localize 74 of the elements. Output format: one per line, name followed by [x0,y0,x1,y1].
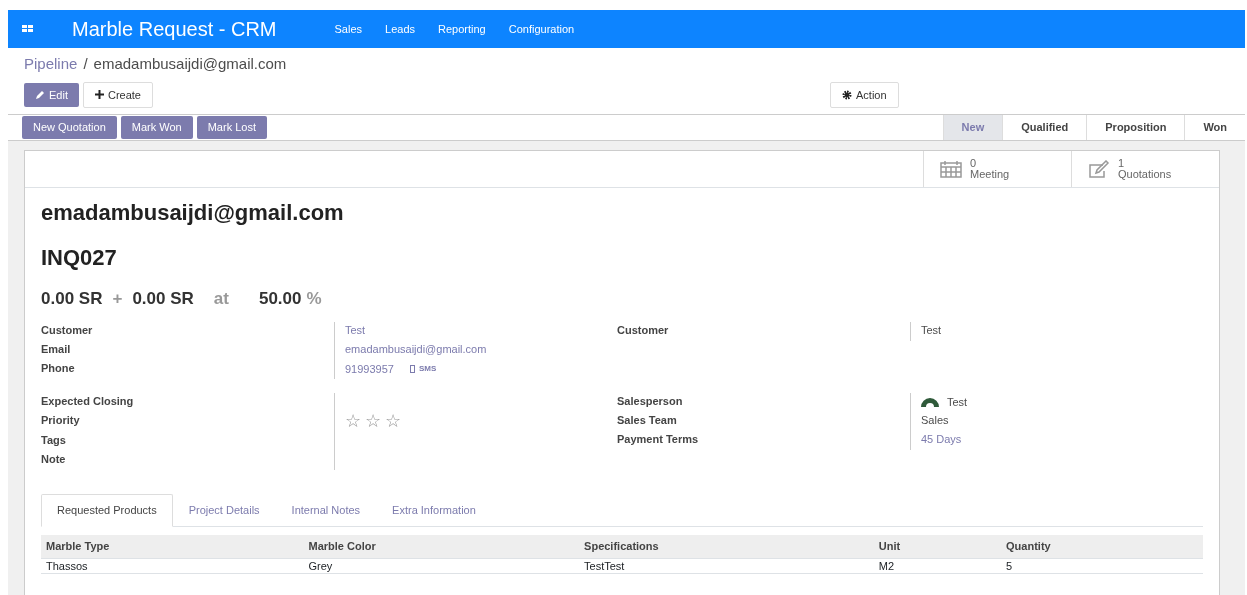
record-title: emadambusaijdi@gmail.com [41,199,345,227]
field-value: Sales [921,412,950,428]
prorated-revenue: 0.00 SR [132,288,194,310]
column-header: Marble Color [303,535,580,558]
field-label: Note [41,451,67,467]
field-label: Phone [41,360,76,376]
menu-link[interactable]: Reporting [438,20,486,38]
notebook-tab[interactable]: Requested Products [41,493,173,527]
stat-label: Quotations [1118,169,1172,180]
star-icon[interactable]: ☆ [365,411,381,431]
stat-count: 0 [970,158,978,169]
stat-label: Meeting [970,169,1010,180]
notebook-tab[interactable]: Project Details [172,493,276,526]
app-title: Marble Request - CRM [72,17,277,42]
percent-sign: % [306,288,322,310]
notebook-tab[interactable]: Extra Information [376,493,492,526]
probability-value: 50.00 [258,288,302,310]
stat-count: 1 [1118,158,1126,169]
menu-link[interactable]: Configuration [508,20,575,38]
header-button[interactable]: Mark Lost [196,116,267,139]
breadcrumb-current: emadambusaijdi@gmail.com [93,55,287,72]
table-cell: Thassos [41,558,304,574]
at-label: at [213,288,229,310]
apps-menu-icon[interactable] [22,25,34,33]
field-label: Tags [41,432,67,448]
menu-link[interactable]: Sales [334,20,363,38]
user-avatar-icon [921,397,939,407]
column-header: Marble Type [41,535,304,558]
menu-link[interactable]: Leads [385,20,416,38]
header-button[interactable]: Mark Won [120,116,193,139]
field-value[interactable]: 45 Days [921,430,1203,450]
notebook-tab[interactable]: Internal Notes [275,493,377,526]
status-stage[interactable]: Won [1184,115,1245,140]
field-value[interactable]: Test [345,321,617,341]
field-label: Payment Terms [617,431,700,447]
field-label: Email [41,341,72,357]
field-label: Customer [41,322,94,338]
breadcrumb-link[interactable]: Pipeline [24,55,78,72]
table-cell: 5 [1001,558,1203,574]
calendar-icon [940,160,962,178]
plus-icon [94,90,104,100]
sms-link[interactable]: SMS [409,363,437,375]
field-value: Test [921,322,943,338]
action-button[interactable]: Action [830,81,899,108]
table-cell: TestTest [579,558,874,574]
plus-sign: + [112,288,123,310]
edit-button[interactable]: Edit [24,82,79,107]
breadcrumb-separator: / [83,55,88,72]
column-header: Quantity [1001,535,1203,558]
field-label: Salesperson [617,393,684,409]
column-header: Unit [873,535,1002,558]
table-cell: Grey [303,558,580,574]
field-label: Expected Closing [41,393,135,409]
phone-icon [409,365,415,373]
field-label: Sales Team [617,412,678,428]
header-button[interactable]: New Quotation [22,116,117,139]
gear-icon [842,89,852,100]
field-label: Customer [617,322,670,338]
status-stage[interactable]: New [942,115,1003,140]
expected-revenue: 0.00 SR [41,288,103,310]
field-value[interactable]: emadambusaijdi@gmail.com [345,340,617,360]
record-reference: INQ027 [41,244,118,272]
field-value: Test [947,394,968,410]
star-icon[interactable]: ☆ [385,411,401,431]
edit-icon [1088,160,1110,178]
field-label: Priority [41,412,81,428]
status-stage[interactable]: Qualified [1002,115,1087,140]
pencil-icon [35,89,45,100]
phone-value[interactable]: 91993957 [345,360,394,378]
column-header: Specifications [579,535,874,558]
star-icon[interactable]: ☆ [345,411,361,431]
create-button[interactable]: Create [82,81,153,108]
status-stage[interactable]: Proposition [1086,115,1185,140]
table-cell: M2 [873,558,1002,574]
